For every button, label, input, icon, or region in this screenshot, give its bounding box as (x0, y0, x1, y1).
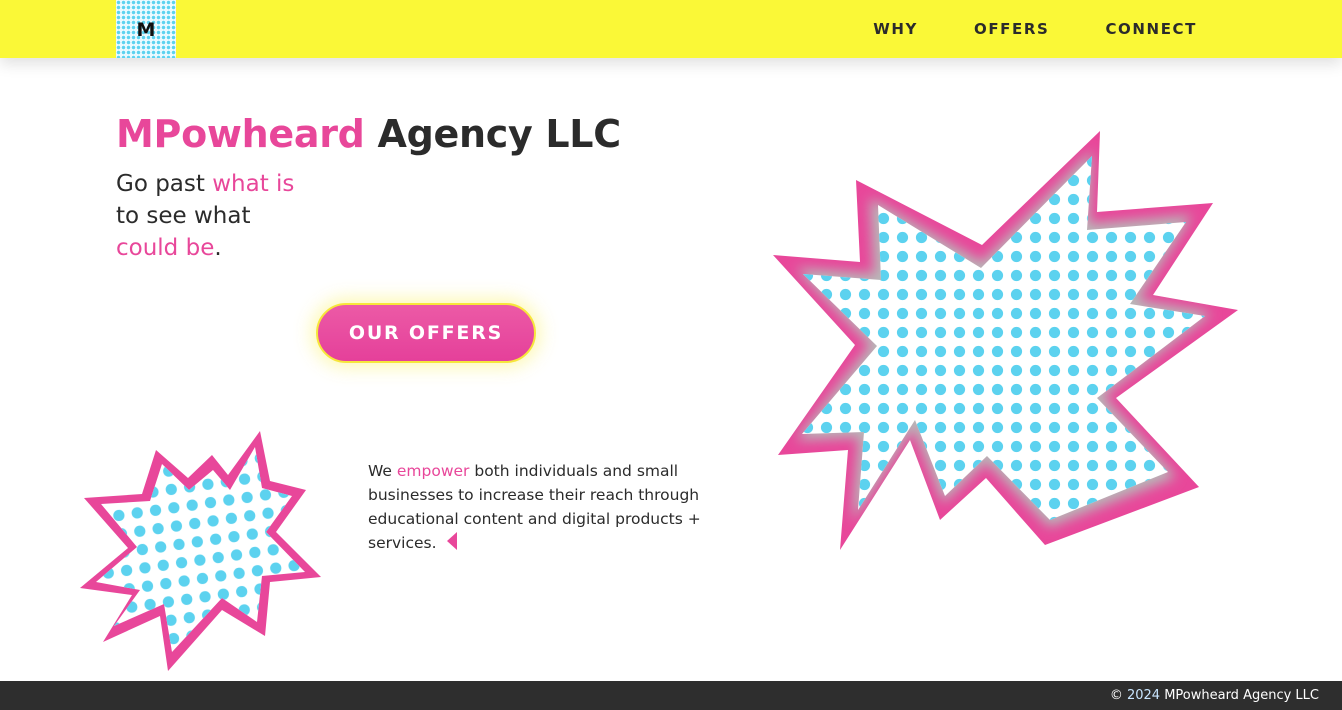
tagline-text: Go past (116, 171, 213, 197)
top-navigation-bar: M WHY OFFERS CONNECT (0, 0, 1342, 58)
site-footer: © 2024 MPowheard Agency LLC (0, 681, 1342, 710)
tagline-line-3: could be. (116, 232, 294, 264)
hero-title: MPowheard Agency LLC (116, 112, 621, 156)
copyright-company: MPowheard Agency LLC (1164, 688, 1319, 703)
site-logo[interactable]: M (116, 0, 176, 58)
triangle-left-icon (446, 532, 457, 550)
hero-tagline: Go past what is to see what could be. (116, 168, 294, 264)
tagline-highlight: what is (212, 171, 295, 197)
nav-link-why[interactable]: WHY (873, 20, 918, 38)
nav-link-offers[interactable]: OFFERS (974, 20, 1049, 38)
nav-link-connect[interactable]: CONNECT (1105, 20, 1197, 38)
comic-burst-icon (80, 431, 321, 671)
tagline-period: . (214, 235, 222, 261)
hero-title-rest: Agency LLC (364, 112, 622, 156)
our-offers-button[interactable]: OUR OFFERS (316, 303, 536, 363)
comic-burst-icon (773, 131, 1238, 550)
tagline-line-1: Go past what is (116, 168, 294, 200)
tagline-highlight: could be (116, 235, 215, 261)
main-nav: WHY OFFERS CONNECT (873, 0, 1197, 58)
about-text-start: We (368, 462, 397, 480)
copyright-symbol: © (1109, 688, 1123, 703)
about-highlight: empower (396, 462, 470, 480)
logo-letter: M (136, 19, 156, 41)
copyright-year: 2024 (1126, 688, 1161, 703)
tagline-line-2: to see what (116, 203, 251, 229)
about-text: We empower both individuals and small bu… (368, 459, 718, 555)
hero-title-brand: MPowheard (116, 112, 365, 156)
